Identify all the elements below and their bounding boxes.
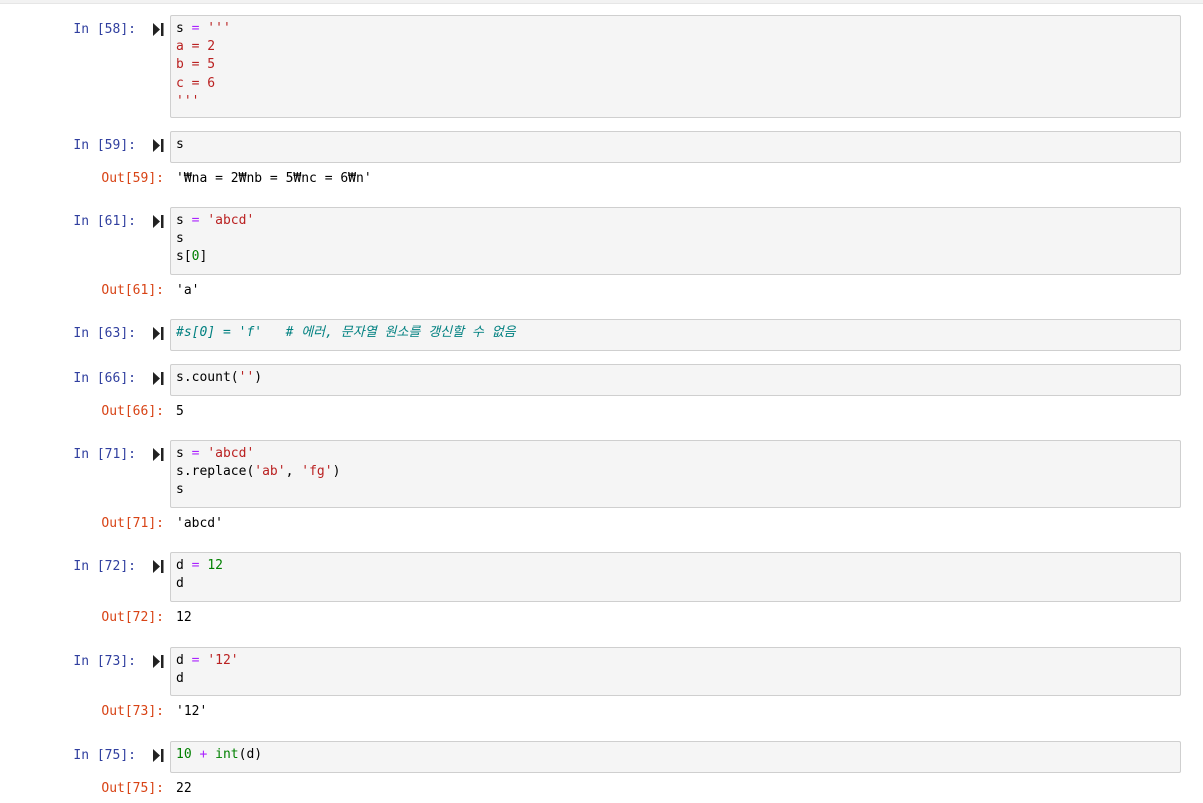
code-line: s [176, 230, 1175, 248]
code-cell-input[interactable]: s = ''' a = 2 b = 5 c = 6 ''' [170, 15, 1181, 118]
code-token: ] [199, 249, 208, 265]
code-cell-input[interactable]: s [170, 131, 1181, 163]
code-token: ) [254, 370, 263, 385]
code-cell-input[interactable]: #s[0] = 'f' # 에러, 문자열 원소를 갱신할 수 없음 [170, 319, 1181, 351]
cell-output: 22 [176, 781, 192, 796]
output-prompt: Out[71]: [101, 516, 164, 531]
code-token: s.count( [176, 370, 239, 385]
input-prompt: In [59]: [73, 138, 136, 153]
input-prompt: In [71]: [73, 447, 136, 462]
code-line: s = ''' [176, 20, 1175, 38]
code-token: ''' [176, 93, 200, 109]
code-token: d [176, 653, 192, 668]
code-line: d [176, 575, 1175, 593]
code-token: '' [238, 370, 255, 385]
code-line: a = 2 [176, 38, 1175, 56]
code-line: d [176, 670, 1175, 688]
code-line: d = '12' [176, 652, 1175, 670]
code-cell-input[interactable]: d = '12' d [170, 647, 1181, 696]
output-prompt: Out[75]: [101, 781, 164, 796]
code-line: s[0] [176, 248, 1175, 266]
code-token: , [285, 464, 302, 480]
notebook-top-border [0, 0, 1203, 4]
cell-output: 5 [176, 404, 184, 419]
output-prompt: Out[73]: [101, 704, 164, 719]
code-token: b = 5 [176, 57, 216, 73]
cell-output: 'abcd' [176, 516, 223, 531]
cell-output: '12' [176, 704, 208, 719]
output-prompt: Out[61]: [101, 283, 164, 298]
code-token: 'ab' [254, 464, 286, 480]
code-token: 'abcd' [207, 213, 255, 228]
code-cell-input[interactable]: s = 'abcd' s.replace('ab', 'fg') s [170, 440, 1181, 508]
run-cell-icon[interactable] [152, 559, 164, 573]
code-cell-input[interactable]: s = 'abcd' s s[0] [170, 207, 1181, 275]
code-token: s[ [176, 249, 192, 265]
run-cell-icon[interactable] [152, 326, 164, 340]
code-line: b = 5 [176, 56, 1175, 74]
code-line: d = 12 [176, 557, 1175, 575]
code-token: s [176, 446, 192, 461]
code-token: s [176, 482, 184, 498]
code-line: s = 'abcd' [176, 212, 1175, 230]
code-cell-input[interactable]: s.count('') [170, 364, 1181, 396]
code-token: s [176, 231, 184, 247]
output-prompt: Out[72]: [101, 610, 164, 625]
code-token: #s[0] = 'f' # 에러, 문자열 원소를 갱신할 수 없음 [176, 325, 516, 340]
code-token: s [176, 21, 192, 36]
cell-output: 'a' [176, 283, 200, 298]
code-token: d [176, 671, 184, 687]
input-prompt: In [63]: [73, 326, 136, 341]
code-token: ) [332, 464, 341, 480]
code-line: s [176, 481, 1175, 499]
code-token: 12 [207, 558, 223, 573]
code-token: 'abcd' [207, 446, 255, 461]
input-prompt: In [72]: [73, 559, 136, 574]
cell-output: 12 [176, 610, 192, 625]
code-line: s [176, 136, 1175, 154]
output-prompt: Out[59]: [101, 171, 164, 186]
code-token: ''' [199, 21, 231, 36]
code-cell-input[interactable]: 10 + int(d) [170, 741, 1181, 773]
code-token: c = 6 [176, 75, 216, 91]
cell-output: '₩na = 2₩nb = 5₩nc = 6₩n' [176, 171, 372, 186]
code-cell-input[interactable]: d = 12 d [170, 552, 1181, 602]
run-cell-icon[interactable] [152, 447, 164, 461]
code-line: s.replace('ab', 'fg') [176, 463, 1175, 481]
input-prompt: In [58]: [73, 22, 136, 37]
code-line: s = 'abcd' [176, 445, 1175, 463]
code-token: int [215, 747, 239, 762]
code-token: s [176, 137, 184, 152]
code-token: 10 [176, 747, 192, 762]
code-line: c = 6 [176, 75, 1175, 93]
code-token: (d) [238, 747, 263, 762]
input-prompt: In [66]: [73, 371, 136, 386]
code-token: s.replace( [176, 464, 255, 480]
output-prompt: Out[66]: [101, 404, 164, 419]
code-line: #s[0] = 'f' # 에러, 문자열 원소를 갱신할 수 없음 [176, 324, 1175, 342]
code-token: d [176, 576, 184, 592]
run-cell-icon[interactable] [152, 22, 164, 36]
input-prompt: In [75]: [73, 748, 136, 763]
code-token: a = 2 [176, 39, 216, 55]
code-token: 'fg' [301, 464, 333, 480]
code-line: s.count('') [176, 369, 1175, 387]
code-token: s [176, 213, 192, 228]
code-line: 10 + int(d) [176, 746, 1175, 764]
run-cell-icon[interactable] [152, 371, 164, 385]
input-prompt: In [73]: [73, 654, 136, 669]
run-cell-icon[interactable] [152, 748, 164, 762]
code-line: ''' [176, 93, 1175, 111]
run-cell-icon[interactable] [152, 654, 164, 668]
code-token: d [176, 558, 192, 573]
code-token: '12' [207, 653, 239, 668]
run-cell-icon[interactable] [152, 214, 164, 228]
run-cell-icon[interactable] [152, 138, 164, 152]
input-prompt: In [61]: [73, 214, 136, 229]
